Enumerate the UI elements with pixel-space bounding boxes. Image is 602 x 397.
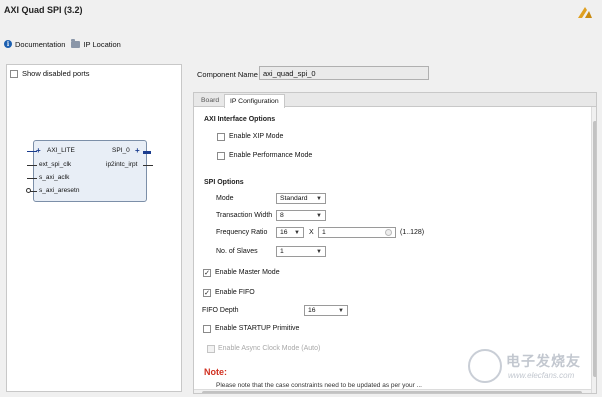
- s-axi-aresetn-pin: [30, 191, 37, 192]
- enable-startup-primitive-label: Enable STARTUP Primitive: [215, 325, 300, 332]
- chevron-down-icon: ▼: [316, 248, 322, 255]
- axi-interface-options-title: AXI Interface Options: [204, 116, 276, 123]
- horizontal-scrollbar-thumb[interactable]: [202, 391, 582, 393]
- spi-0-bus-pin: [143, 151, 151, 154]
- documentation-button[interactable]: i Documentation: [4, 40, 65, 49]
- mode-select[interactable]: Standard ▼: [276, 193, 326, 204]
- enable-startup-primitive-checkbox[interactable]: [203, 325, 211, 333]
- frequency-ratio-select[interactable]: 16 ▼: [276, 227, 304, 238]
- fifo-depth-select[interactable]: 16 ▼: [304, 305, 348, 316]
- ip-location-button[interactable]: IP Location: [71, 38, 121, 49]
- transaction-width-value: 8: [280, 212, 284, 219]
- note-title: Note:: [204, 367, 227, 377]
- inverter-bubble-icon: [26, 188, 31, 193]
- frequency-ratio-value: 16: [280, 229, 288, 236]
- fifo-depth-label: FIFO Depth: [202, 307, 239, 314]
- window-title: AXI Quad SPI (3.2): [4, 5, 83, 15]
- ip-location-label: IP Location: [83, 39, 121, 49]
- chevron-down-icon: ▼: [294, 229, 300, 236]
- mode-label: Mode: [216, 195, 234, 202]
- pin-s-axi-aresetn: s_axi_aresetn: [39, 187, 80, 194]
- tab-board[interactable]: Board: [196, 94, 224, 107]
- show-disabled-ports-label: Show disabled ports: [22, 69, 90, 78]
- no-of-slaves-select[interactable]: 1 ▼: [276, 246, 326, 257]
- tab-ip-configuration[interactable]: IP Configuration: [224, 94, 285, 108]
- pin-s-axi-aclk: s_axi_aclk: [39, 174, 70, 181]
- note-text: Please note that the case constraints ne…: [216, 382, 422, 389]
- horizontal-scrollbar[interactable]: [194, 389, 591, 393]
- folder-icon: [71, 38, 81, 48]
- transaction-width-label: Transaction Width: [216, 212, 273, 219]
- pin-ext-spi-clk: ext_spi_clk: [39, 161, 72, 168]
- info-icon: i: [4, 40, 12, 48]
- toolbar: i Documentation IP Location: [0, 36, 602, 52]
- spi-options-title: SPI Options: [204, 179, 244, 186]
- enable-master-mode-label: Enable Master Mode: [215, 269, 280, 276]
- enable-performance-label: Enable Performance Mode: [229, 152, 313, 159]
- expand-plus-icon[interactable]: +: [135, 147, 140, 155]
- s-axi-aclk-pin: [27, 178, 37, 179]
- expand-plus-icon[interactable]: +: [36, 147, 41, 155]
- vertical-scrollbar-thumb[interactable]: [593, 121, 596, 377]
- xilinx-logo-icon: [578, 7, 592, 18]
- ext-spi-clk-pin: [27, 165, 37, 166]
- no-of-slaves-value: 1: [280, 248, 284, 255]
- mode-value: Standard: [280, 195, 308, 202]
- enable-async-clock-checkbox: [207, 345, 215, 353]
- enable-master-mode-checkbox[interactable]: ✓: [203, 269, 211, 277]
- documentation-label: Documentation: [15, 39, 66, 49]
- frequency-multiplier-value: 1: [322, 229, 326, 236]
- pin-axi-lite: AXI_LITE: [47, 147, 75, 154]
- watermark-url: www.elecfans.com: [508, 371, 575, 380]
- enable-xip-label: Enable XIP Mode: [229, 133, 284, 140]
- component-name-input[interactable]: axi_quad_spi_0: [259, 66, 429, 80]
- frequency-ratio-range: (1..128): [400, 229, 425, 236]
- show-disabled-ports-row[interactable]: Show disabled ports: [10, 69, 90, 78]
- pin-ip2intc-irpt: ip2intc_irpt: [106, 161, 138, 168]
- clear-icon[interactable]: [385, 229, 392, 236]
- pin-spi-0: SPI_0: [112, 147, 130, 154]
- chevron-down-icon: ▼: [316, 195, 322, 202]
- enable-performance-checkbox[interactable]: [217, 152, 225, 160]
- watermark-logo-icon: [468, 349, 502, 383]
- frequency-ratio-label: Frequency Ratio: [216, 229, 268, 236]
- show-disabled-ports-checkbox[interactable]: [10, 69, 18, 78]
- enable-fifo-label: Enable FIFO: [215, 289, 255, 296]
- component-name-label: Component Name: [197, 70, 258, 79]
- fifo-depth-value: 16: [308, 307, 316, 314]
- transaction-width-select[interactable]: 8 ▼: [276, 210, 326, 221]
- tab-bar: Board IP Configuration: [194, 93, 596, 108]
- enable-async-clock-label: Enable Async Clock Mode (Auto): [218, 345, 321, 352]
- ip-symbol-panel: Show disabled ports: [6, 64, 182, 392]
- chevron-down-icon: ▼: [316, 212, 322, 219]
- enable-xip-checkbox[interactable]: [217, 133, 225, 141]
- chevron-down-icon: ▼: [338, 307, 344, 314]
- frequency-ratio-x: X: [309, 229, 314, 236]
- watermark-title: 电子发烧友: [506, 353, 581, 369]
- enable-fifo-checkbox[interactable]: ✓: [203, 289, 211, 297]
- frequency-multiplier-input[interactable]: 1: [318, 227, 396, 238]
- no-of-slaves-label: No. of Slaves: [216, 248, 258, 255]
- watermark: 电子发烧友 www.elecfans.com: [468, 341, 598, 389]
- ip2intc-irpt-pin: [143, 165, 153, 166]
